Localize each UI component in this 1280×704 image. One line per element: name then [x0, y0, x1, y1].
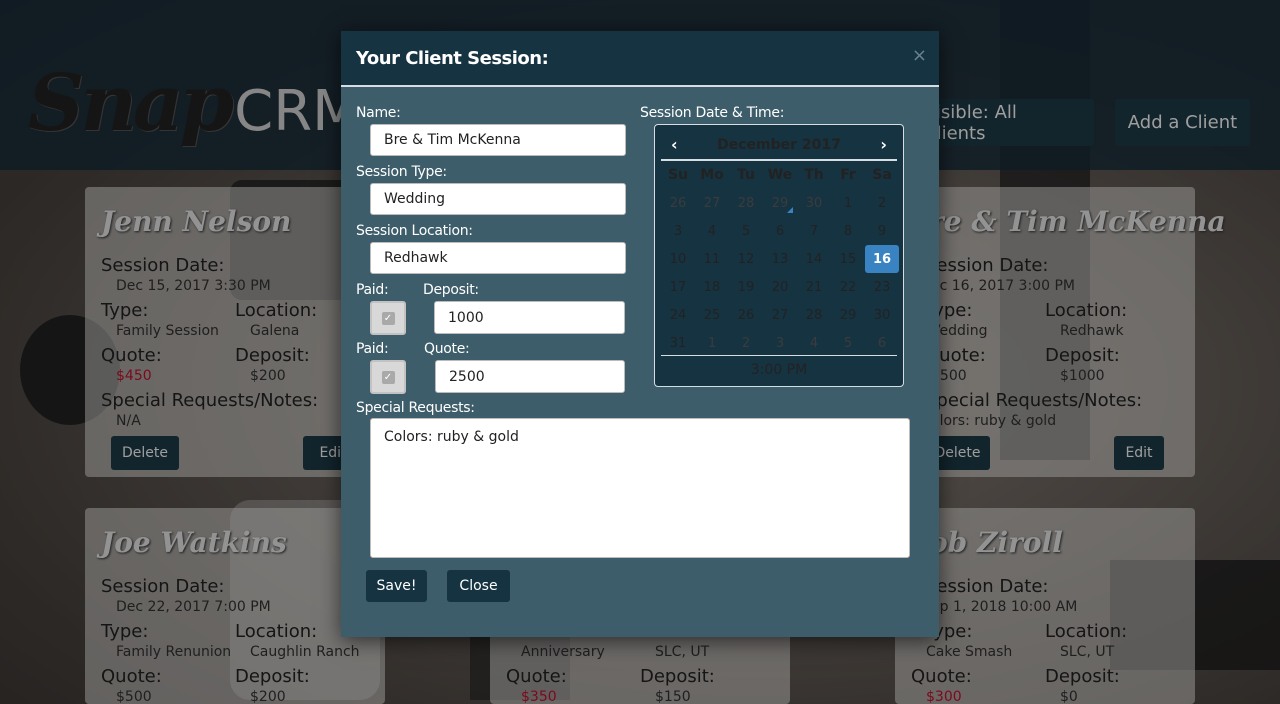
save-button[interactable]: Save! — [366, 570, 427, 602]
calendar-day[interactable]: 4 — [797, 329, 831, 357]
calendar-day[interactable]: 9 — [865, 217, 899, 245]
calendar-day[interactable]: 27 — [695, 189, 729, 217]
weekday-header: Th — [804, 167, 824, 183]
weekday-header: Mo — [700, 167, 724, 183]
name-input[interactable] — [370, 124, 626, 156]
session-type-label: Session Type: — [356, 164, 447, 180]
deposit-label: Deposit: — [423, 282, 479, 298]
calendar-day[interactable]: 16 — [865, 245, 899, 273]
special-requests-label: Special Requests: — [356, 400, 475, 416]
quote-label: Quote: — [424, 341, 470, 357]
calendar-day[interactable]: 14 — [797, 245, 831, 273]
calendar-day[interactable]: 8 — [831, 217, 865, 245]
quote-paid-checkbox[interactable]: ✓ — [370, 360, 406, 394]
quote-input[interactable] — [435, 360, 625, 393]
calendar-day[interactable]: 2 — [729, 329, 763, 357]
calendar-day[interactable]: 7 — [797, 217, 831, 245]
weekday-header: We — [767, 167, 793, 183]
calendar-day[interactable]: 31 — [661, 329, 695, 357]
name-label: Name: — [356, 105, 401, 121]
weekday-header: Su — [667, 167, 689, 183]
calendar-day[interactable]: 15 — [831, 245, 865, 273]
datetime-picker: ‹ December 2017 › Su Mo Tu We Th Fr Sa 26 27 28 29… — [654, 124, 904, 387]
calendar-day[interactable]: 20 — [763, 273, 797, 301]
session-location-label: Session Location: — [356, 223, 473, 239]
weekday-header: Fr — [840, 167, 856, 183]
calendar-day[interactable]: 30 — [797, 189, 831, 217]
calendar-day[interactable]: 28 — [797, 301, 831, 329]
calendar-day[interactable]: 3 — [763, 329, 797, 357]
deposit-paid-label: Paid: — [356, 282, 389, 298]
calendar-day[interactable]: 5 — [729, 217, 763, 245]
calendar-divider — [661, 355, 897, 356]
quote-paid-label: Paid: — [356, 341, 389, 357]
calendar-day[interactable]: 25 — [695, 301, 729, 329]
weekday-header: Sa — [872, 167, 892, 183]
session-location-input[interactable] — [370, 242, 626, 274]
calendar-day[interactable]: 21 — [797, 273, 831, 301]
calendar-day[interactable]: 18 — [695, 273, 729, 301]
calendar-day[interactable]: 24 — [661, 301, 695, 329]
calendar-day[interactable]: 28 — [729, 189, 763, 217]
calendar-day[interactable]: 30 — [865, 301, 899, 329]
calendar-day[interactable]: 10 — [661, 245, 695, 273]
calendar-day[interactable]: 26 — [729, 301, 763, 329]
calendar-day[interactable]: 4 — [695, 217, 729, 245]
calendar-day[interactable]: 19 — [729, 273, 763, 301]
checkmark-icon: ✓ — [381, 311, 395, 325]
calendar-day[interactable]: 2 — [865, 189, 899, 217]
calendar-day[interactable]: 1 — [831, 189, 865, 217]
calendar-day[interactable]: 5 — [831, 329, 865, 357]
calendar-day[interactable]: 27 — [763, 301, 797, 329]
deposit-input[interactable] — [434, 301, 625, 334]
calendar-day[interactable]: 22 — [831, 273, 865, 301]
calendar-day[interactable]: 1 — [695, 329, 729, 357]
client-session-modal: Your Client Session: × Name: Session Typ… — [341, 31, 939, 637]
calendar-day[interactable]: 3 — [661, 217, 695, 245]
calendar-day[interactable]: 29 — [763, 189, 797, 217]
calendar-day[interactable]: 26 — [661, 189, 695, 217]
time-toggle[interactable]: 3:00 PM — [655, 362, 903, 378]
checkmark-icon: ✓ — [381, 370, 395, 384]
calendar-header: ‹ December 2017 › — [655, 125, 903, 161]
close-icon[interactable]: × — [912, 45, 927, 66]
close-button[interactable]: Close — [447, 570, 510, 602]
session-datetime-label: Session Date & Time: — [640, 105, 785, 121]
deposit-paid-checkbox[interactable]: ✓ — [370, 301, 406, 335]
session-type-input[interactable] — [370, 183, 626, 215]
calendar-day[interactable]: 23 — [865, 273, 899, 301]
chevron-right-icon[interactable]: › — [880, 135, 887, 154]
modal-header: Your Client Session: × — [341, 31, 939, 87]
calendar-grid: Su Mo Tu We Th Fr Sa 26 27 28 29 30 1 2 3 4 5 6 7 8 9 10 11 12 1… — [661, 161, 899, 357]
calendar-day[interactable]: 12 — [729, 245, 763, 273]
modal-title: Your Client Session: — [356, 48, 549, 69]
calendar-day[interactable]: 6 — [865, 329, 899, 357]
calendar-day[interactable]: 11 — [695, 245, 729, 273]
calendar-day[interactable]: 6 — [763, 217, 797, 245]
calendar-day[interactable]: 13 — [763, 245, 797, 273]
calendar-day[interactable]: 17 — [661, 273, 695, 301]
calendar-day[interactable]: 29 — [831, 301, 865, 329]
special-requests-textarea[interactable] — [370, 418, 910, 558]
weekday-header: Tu — [737, 167, 755, 183]
calendar-month-label[interactable]: December 2017 — [655, 137, 903, 153]
